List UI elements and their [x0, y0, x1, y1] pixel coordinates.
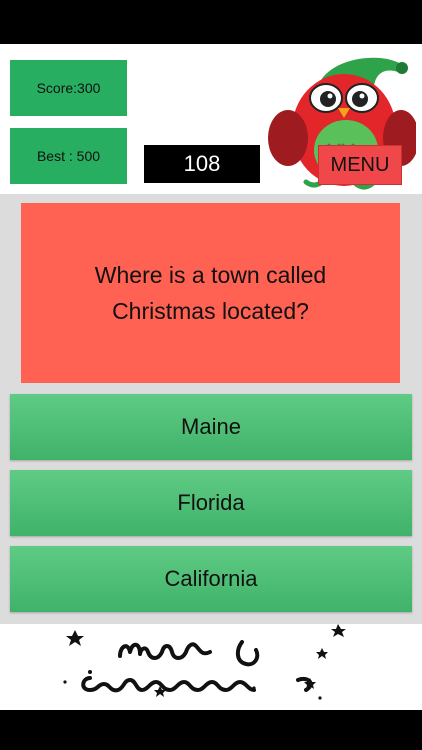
- question-card: Where is a town called Christmas located…: [21, 203, 400, 383]
- answer-label: Florida: [177, 490, 245, 515]
- answer-label: California: [164, 566, 258, 591]
- timer-value: 108: [183, 151, 221, 176]
- bottom-bar: [0, 710, 422, 750]
- menu-button[interactable]: MENU: [318, 145, 402, 185]
- answer-button-2[interactable]: Florida: [10, 470, 412, 536]
- answer-label: Maine: [181, 414, 241, 439]
- timer-display: 108: [144, 145, 260, 183]
- status-bar: [0, 0, 422, 44]
- merry-christmas-banner: [63, 624, 346, 700]
- question-text: Where is a town called Christmas located…: [94, 262, 327, 324]
- answer-button-3[interactable]: California: [10, 546, 412, 612]
- best-score-label: Best : 500: [36, 148, 101, 164]
- answer-button-1[interactable]: Maine: [10, 394, 412, 460]
- score-label: Score:300: [36, 80, 101, 96]
- best-score-badge: Best : 500: [10, 128, 127, 184]
- score-badge: Score:300: [10, 60, 127, 116]
- menu-button-label: MENU: [330, 153, 390, 176]
